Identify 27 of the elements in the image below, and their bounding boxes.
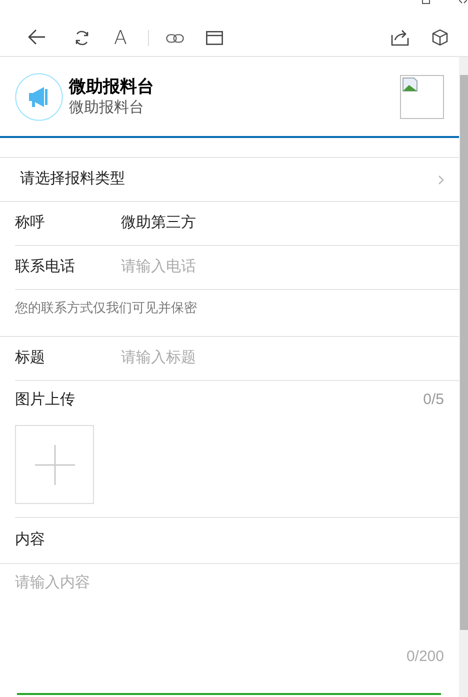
field-label: 图片上传 [15, 390, 75, 410]
chevron-right-icon [438, 174, 444, 184]
scrollbar[interactable] [459, 57, 468, 697]
privacy-note: 您的联系方式仅我们可见并保密 [15, 300, 197, 315]
window-icon[interactable] [206, 31, 223, 45]
field-label: 联系电话 [15, 257, 76, 278]
content-input[interactable]: 请输入内容 [15, 572, 435, 642]
field-label: 称呼 [15, 213, 46, 234]
report-type-picker[interactable]: 请选择报料类型 [0, 158, 459, 202]
image-count: 0/5 [423, 390, 444, 410]
input-field[interactable]: 请输入标题 [121, 347, 421, 370]
character-counter: 0/200 [406, 647, 444, 667]
cube-icon[interactable] [432, 29, 448, 46]
field-label: 内容 [15, 530, 45, 550]
input-field[interactable]: 微助第三方 [121, 212, 421, 235]
plus-icon [34, 444, 74, 484]
megaphone-icon [15, 72, 63, 120]
share-icon[interactable] [391, 29, 409, 46]
page-title: 微助报料台 [69, 76, 154, 98]
broken-image-icon [400, 74, 444, 118]
link-icon[interactable] [166, 34, 184, 43]
font-size-button[interactable]: A [114, 26, 127, 50]
back-icon[interactable] [28, 29, 46, 45]
refresh-icon[interactable] [74, 30, 90, 46]
page-subtitle: 微助报料台 [69, 98, 145, 118]
field-label: 标题 [15, 348, 46, 368]
input-field[interactable]: 请输入电话 [121, 256, 421, 279]
